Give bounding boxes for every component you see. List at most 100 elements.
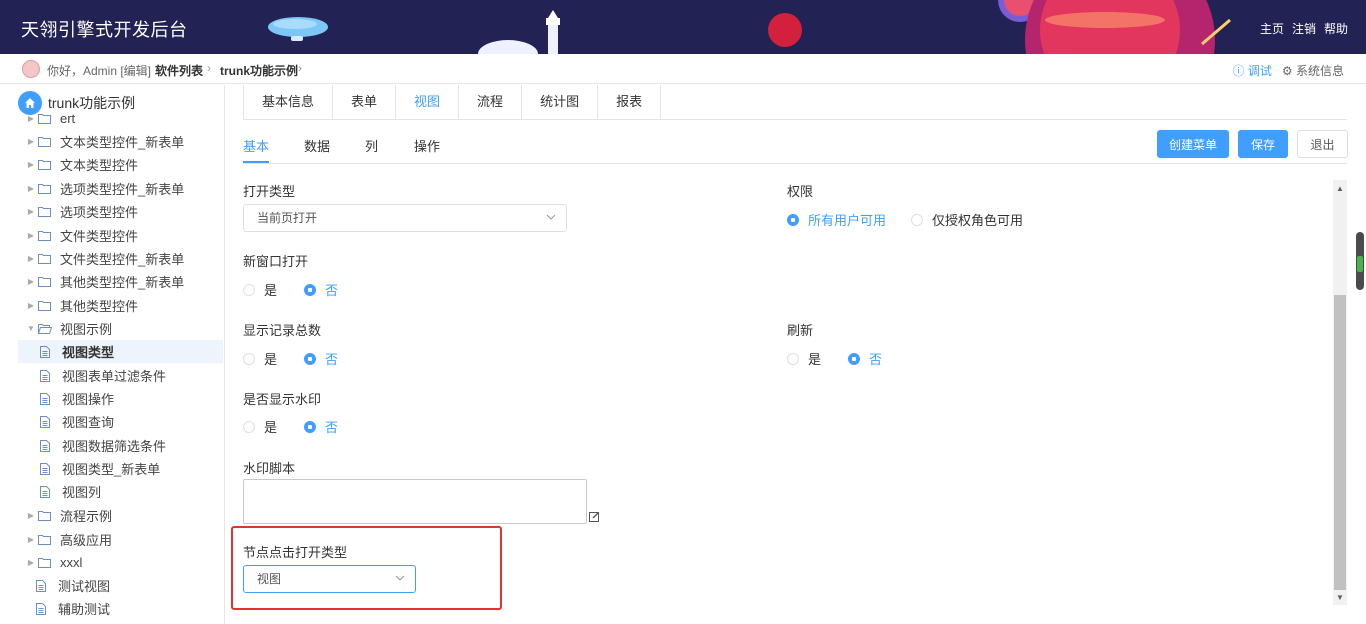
sidebar-item[interactable]: ▶ xxxl xyxy=(18,551,223,574)
home-link[interactable]: 主页 xyxy=(1260,20,1284,37)
sidebar-item[interactable]: ▼ 视图示例 xyxy=(18,317,223,340)
sidebar-item-label: 视图操作 xyxy=(62,392,115,407)
tab-basic-info[interactable]: 基本信息 xyxy=(244,85,334,119)
sidebar-item[interactable]: ▶ 文本类型控件_新表单 xyxy=(18,130,223,153)
logout-link[interactable]: 注销 xyxy=(1292,20,1316,37)
sidebar-item[interactable]: 视图类型 xyxy=(18,340,223,363)
sidebar-item-label: 视图示例 xyxy=(60,322,113,337)
sidebar-item[interactable]: ▶ 其他类型控件 xyxy=(18,294,223,317)
create-menu-button[interactable]: 创建菜单 xyxy=(1157,130,1229,158)
caret-right-icon[interactable]: ▶ xyxy=(24,207,38,216)
file-icon xyxy=(40,485,56,499)
tabs-divider xyxy=(655,119,1347,120)
caret-right-icon[interactable]: ▶ xyxy=(24,558,38,567)
app-header: 天翎引擎式开发后台 主页 注销 帮助 xyxy=(0,0,1366,54)
scroll-up-icon[interactable]: ▲ xyxy=(1336,184,1344,193)
show-total-yes-radio[interactable]: 是 xyxy=(243,349,277,368)
new-window-yes-radio[interactable]: 是 xyxy=(243,280,277,299)
caret-right-icon[interactable]: ▶ xyxy=(24,511,38,520)
airship-decoration xyxy=(268,17,328,41)
breadcrumb-software-list[interactable]: 软件列表 xyxy=(155,62,203,79)
caret-right-icon[interactable]: ▶ xyxy=(24,160,38,169)
sidebar-item[interactable]: ▶ 其他类型控件_新表单 xyxy=(18,270,223,293)
breadcrumb-current[interactable]: trunk功能示例 xyxy=(220,62,298,79)
chevron-down-icon xyxy=(546,214,556,220)
tab-report[interactable]: 报表 xyxy=(598,85,661,119)
sidebar-item[interactable]: 辅助测试 xyxy=(18,597,223,620)
sidebar-item[interactable]: 视图查询 xyxy=(18,410,223,433)
caret-right-icon[interactable]: ▶ xyxy=(24,535,38,544)
tab-flow[interactable]: 流程 xyxy=(459,85,523,119)
breadcrumb-chevron-icon: › xyxy=(298,61,302,75)
sidebar-item[interactable]: ▶ 流程示例 xyxy=(18,504,223,527)
edit-icon[interactable] xyxy=(589,511,600,522)
subtab-columns[interactable]: 列 xyxy=(365,136,378,155)
sidebar-item-label: 其他类型控件 xyxy=(60,299,139,314)
caret-right-icon[interactable]: ▶ xyxy=(24,301,38,310)
sidebar-item[interactable]: ▶ 选项类型控件 xyxy=(18,200,223,223)
folder-icon xyxy=(38,252,54,266)
sidebar-item-label: 选项类型控件_新表单 xyxy=(60,182,185,197)
caret-right-icon[interactable]: ▶ xyxy=(24,254,38,263)
debug-link[interactable]: ⓘ 调试 xyxy=(1233,62,1272,79)
caret-right-icon[interactable]: ▶ xyxy=(24,184,38,193)
node-click-select[interactable]: 视图 xyxy=(243,565,416,593)
sidebar-item-label: 视图列 xyxy=(62,485,102,500)
system-info-link[interactable]: ⚙ 系统信息 xyxy=(1282,62,1344,79)
sidebar-item[interactable]: ▶ 文本类型控件 xyxy=(18,153,223,176)
folder-icon xyxy=(38,182,54,196)
sidebar-item-label: 流程示例 xyxy=(60,509,113,524)
watermark-script-textarea[interactable] xyxy=(243,479,587,524)
subtab-data[interactable]: 数据 xyxy=(304,136,330,155)
refresh-label: 刷新 xyxy=(787,323,814,338)
open-type-label: 打开类型 xyxy=(243,184,296,199)
sidebar-item[interactable]: 视图类型_新表单 xyxy=(18,457,223,480)
file-icon xyxy=(36,602,52,616)
sidebar-item[interactable]: ▶ 选项类型控件_新表单 xyxy=(18,177,223,200)
permission-label: 权限 xyxy=(787,184,814,199)
sidebar-item[interactable]: 测试视图 xyxy=(18,574,223,597)
sidebar-item[interactable]: ▶ 文件类型控件_新表单 xyxy=(18,247,223,270)
scroll-down-icon[interactable]: ▼ xyxy=(1336,593,1344,602)
refresh-yes-radio[interactable]: 是 xyxy=(787,349,821,368)
sidebar-item[interactable]: 视图列 xyxy=(18,480,223,503)
tab-view[interactable]: 视图 xyxy=(396,85,460,119)
tab-form[interactable]: 表单 xyxy=(333,85,397,119)
sidebar-item[interactable]: 视图表单过滤条件 xyxy=(18,364,223,387)
watermark-no-radio[interactable]: 否 xyxy=(304,417,338,436)
help-link[interactable]: 帮助 xyxy=(1324,20,1348,37)
sidebar-item[interactable]: 视图数据筛选条件 xyxy=(18,434,223,457)
watermark-script-label: 水印脚本 xyxy=(243,461,296,476)
content-scroll-thumb[interactable] xyxy=(1334,295,1346,590)
folder-icon xyxy=(38,229,54,243)
sidebar-item[interactable]: ▶ 文件类型控件 xyxy=(18,224,223,247)
save-button[interactable]: 保存 xyxy=(1238,130,1288,158)
permission-all-users-radio[interactable]: 所有用户可用 xyxy=(787,210,886,229)
subtab-actions[interactable]: 操作 xyxy=(414,136,440,155)
user-greeting[interactable]: 你好，Admin [编辑] xyxy=(47,62,151,79)
watermark-yes-radio[interactable]: 是 xyxy=(243,417,277,436)
file-icon xyxy=(40,345,56,359)
subtab-basic[interactable]: 基本 xyxy=(243,136,269,155)
exit-button[interactable]: 退出 xyxy=(1297,130,1348,158)
sidebar-item[interactable]: ▶ 高级应用 xyxy=(18,528,223,551)
sidebar-item-label: 文本类型控件 xyxy=(60,158,139,173)
new-window-no-radio[interactable]: 否 xyxy=(304,280,338,299)
open-type-select[interactable]: 当前页打开 xyxy=(243,204,567,232)
header-links: 主页 注销 帮助 xyxy=(1260,20,1348,37)
sidebar-item[interactable]: ▶ ert xyxy=(18,107,223,130)
sidebar-item-label: 视图数据筛选条件 xyxy=(62,439,167,454)
caret-down-icon[interactable]: ▼ xyxy=(24,324,38,333)
page-scroll-thumb[interactable] xyxy=(1356,232,1364,290)
caret-right-icon[interactable]: ▶ xyxy=(24,277,38,286)
breadcrumb-bar: 你好，Admin [编辑] 软件列表 › trunk功能示例 › ⓘ 调试 ⚙ … xyxy=(0,54,1366,84)
caret-right-icon[interactable]: ▶ xyxy=(24,137,38,146)
avatar[interactable] xyxy=(22,60,40,78)
show-total-no-radio[interactable]: 否 xyxy=(304,349,338,368)
permission-authorized-radio[interactable]: 仅授权角色可用 xyxy=(911,210,1023,229)
tab-chart[interactable]: 统计图 xyxy=(522,85,599,119)
caret-right-icon[interactable]: ▶ xyxy=(24,114,38,123)
caret-right-icon[interactable]: ▶ xyxy=(24,231,38,240)
refresh-no-radio[interactable]: 否 xyxy=(848,349,882,368)
sidebar-item[interactable]: 视图操作 xyxy=(18,387,223,410)
